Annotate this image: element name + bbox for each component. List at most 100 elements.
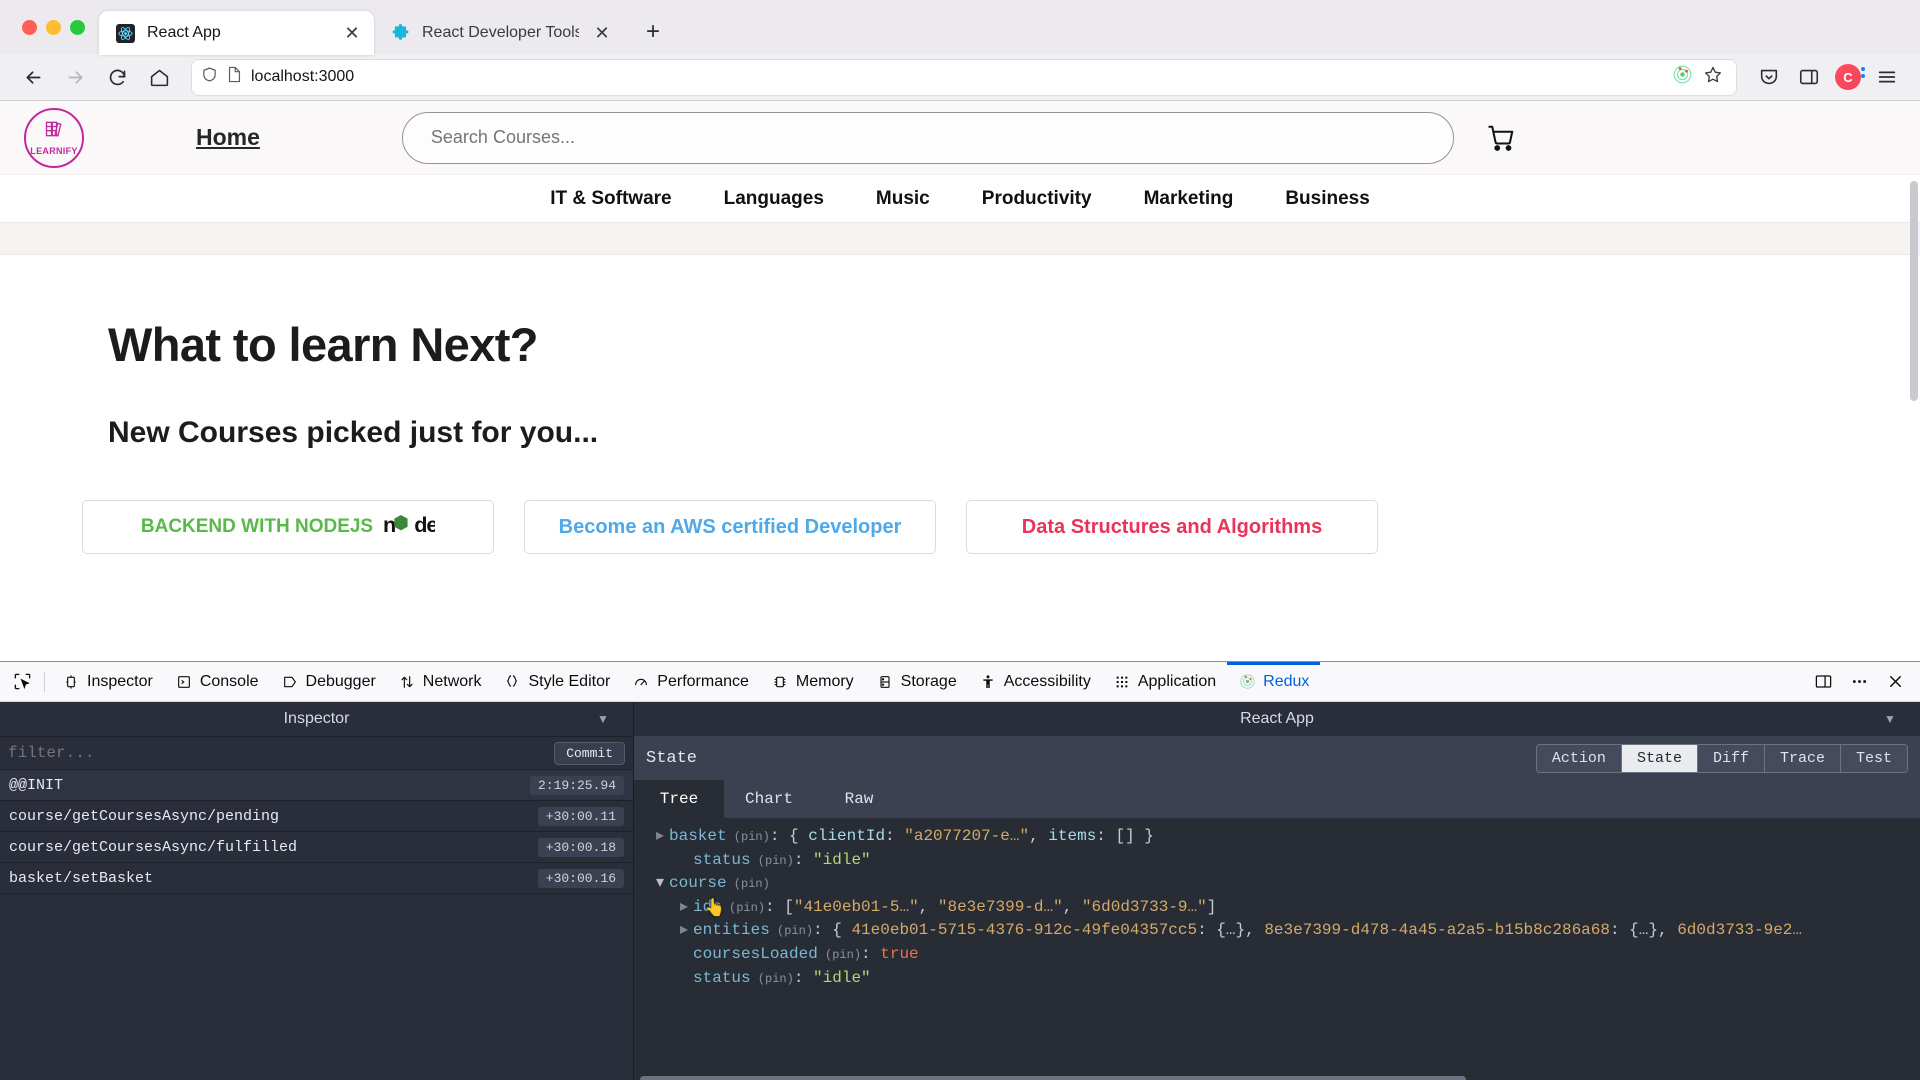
close-devtools-icon[interactable] (1880, 667, 1910, 697)
chevron-down-icon[interactable]: ▼ (573, 712, 633, 726)
category-link-music[interactable]: Music (876, 188, 930, 210)
react-devtools-icon[interactable] (1672, 64, 1693, 90)
category-link-productivity[interactable]: Productivity (982, 188, 1092, 210)
state-tree-row[interactable]: coursesLoaded (pin): true (644, 943, 1920, 967)
pin-label[interactable]: (pin) (818, 948, 861, 962)
pin-label[interactable]: (pin) (722, 901, 765, 915)
pin-label[interactable]: (pin) (751, 854, 794, 868)
window-minimize-button[interactable] (46, 19, 61, 35)
page-icon[interactable] (227, 66, 242, 88)
browser-tab-react-app[interactable]: React App ✕ (99, 11, 374, 55)
close-icon[interactable]: ✕ (590, 21, 614, 45)
devtools-tab-inspector[interactable]: Inspector (51, 662, 164, 702)
devtools-tab-storage[interactable]: Storage (865, 662, 968, 702)
bookmark-star-icon[interactable] (1703, 65, 1723, 90)
devtools-tab-console[interactable]: Console (164, 662, 270, 702)
devtools-tab-style-editor[interactable]: Style Editor (492, 662, 621, 702)
state-tree-row[interactable]: ▸ ids (pin): ["41e0eb01-5…", "8e3e7399-d…… (644, 896, 1920, 920)
category-link-marketing[interactable]: Marketing (1144, 188, 1234, 210)
chevron-right-icon[interactable]: ▸ (680, 919, 693, 942)
profile-icon[interactable]: C (1835, 64, 1865, 90)
element-picker-icon[interactable] (6, 666, 38, 698)
window-close-button[interactable] (22, 19, 37, 35)
course-card-title: BACKEND WITH NODEJS (140, 516, 374, 537)
devtools-tab-network[interactable]: Network (387, 662, 493, 702)
learnify-logo[interactable]: LEARNIFY (24, 107, 84, 168)
dock-layout-icon[interactable] (1808, 667, 1838, 697)
action-list-item[interactable]: course/getCoursesAsync/pending +30:00.11 (0, 801, 633, 832)
action-list-item[interactable]: course/getCoursesAsync/fulfilled +30:00.… (0, 832, 633, 863)
new-tab-button[interactable]: + (636, 15, 670, 49)
cart-icon[interactable] (1482, 119, 1520, 157)
state-value-token: 6d0d3733-9e2… (1677, 921, 1803, 940)
action-timestamp: +30:00.18 (537, 837, 624, 857)
action-list-item[interactable]: basket/setBasket +30:00.16 (0, 863, 633, 894)
course-card[interactable]: Data Structures and Algorithms (966, 500, 1378, 554)
url-bar[interactable]: localhost:3000 (192, 59, 1736, 95)
devtools-tab-performance[interactable]: Performance (621, 662, 760, 702)
pin-label[interactable]: (pin) (727, 830, 770, 844)
devtools-tab-debugger[interactable]: Debugger (270, 662, 387, 702)
subtab-raw[interactable]: Raw (814, 780, 904, 818)
category-link-languages[interactable]: Languages (724, 188, 824, 210)
window-maximize-button[interactable] (70, 19, 85, 35)
segment-state[interactable]: State (1621, 744, 1698, 772)
tab-title: React Developer Tools – Get thi (422, 24, 579, 41)
state-value-token: : { (813, 921, 852, 940)
segment-diff[interactable]: Diff (1697, 744, 1765, 772)
state-tree-row[interactable]: status (pin): "idle" (644, 849, 1920, 873)
chevron-right-icon[interactable]: ▸ (656, 825, 669, 848)
tab-label: Network (422, 672, 482, 690)
segment-trace[interactable]: Trace (1764, 744, 1841, 772)
inspector-title: Inspector (283, 710, 350, 727)
action-timestamp: +30:00.11 (537, 806, 624, 826)
hero-banner-strip (0, 223, 1920, 255)
pin-label[interactable]: (pin) (751, 972, 794, 986)
close-icon[interactable]: ✕ (340, 21, 364, 45)
devtools-tab-redux[interactable]: Redux (1227, 662, 1320, 702)
category-link-it-software[interactable]: IT & Software (550, 188, 671, 210)
scrollbar-thumb[interactable] (640, 1076, 1466, 1080)
chevron-right-icon[interactable]: ▸ (680, 896, 693, 919)
state-tree-row[interactable]: status (pin): "idle" (644, 967, 1920, 991)
category-link-business[interactable]: Business (1285, 188, 1369, 210)
toolbar-divider (44, 671, 45, 692)
sidebar-icon[interactable] (1790, 60, 1828, 95)
browser-tab-react-devtools[interactable]: React Developer Tools – Get thi ✕ (374, 11, 624, 55)
segment-action[interactable]: Action (1536, 744, 1622, 772)
chevron-down-icon[interactable]: ▾ (656, 872, 669, 895)
devtools-tab-application[interactable]: Application (1102, 662, 1227, 702)
pocket-icon[interactable] (1750, 60, 1788, 95)
segment-test[interactable]: Test (1840, 744, 1907, 772)
forward-icon[interactable] (56, 60, 94, 95)
home-icon[interactable] (140, 60, 178, 95)
search-input[interactable] (430, 127, 1425, 148)
pin-label[interactable]: (pin) (727, 877, 770, 891)
course-card[interactable]: Become an AWS certified Developer (524, 500, 936, 554)
course-card[interactable]: BACKEND WITH NODEJS nde (82, 500, 494, 554)
reload-icon[interactable] (98, 60, 136, 95)
state-subtabs: Tree Chart Raw (634, 780, 1920, 818)
commit-button[interactable]: Commit (554, 741, 625, 765)
filter-input[interactable] (8, 744, 555, 762)
state-key: status (693, 968, 751, 987)
subtab-tree[interactable]: Tree (634, 780, 724, 818)
chevron-down-icon[interactable]: ▼ (1860, 712, 1920, 726)
devtools-tab-accessibility[interactable]: Accessibility (968, 662, 1102, 702)
back-icon[interactable] (14, 60, 52, 95)
state-tree-horizontal-scrollbar[interactable] (634, 1074, 1920, 1080)
pin-label[interactable]: (pin) (770, 924, 813, 938)
state-value-token: , (918, 897, 938, 916)
nav-link-home[interactable]: Home (196, 124, 260, 151)
search-courses-box[interactable] (401, 111, 1454, 164)
page-scrollbar[interactable] (1910, 181, 1918, 401)
state-tree-row[interactable]: ▸ entities (pin): { 41e0eb01-5715-4376-91… (644, 919, 1920, 943)
shield-icon[interactable] (201, 66, 218, 88)
subtab-chart[interactable]: Chart (724, 780, 814, 818)
menu-icon[interactable] (1868, 60, 1906, 95)
state-tree-row[interactable]: ▾ course (pin) (644, 872, 1920, 896)
action-list-item[interactable]: @@INIT 2:19:25.94 (0, 770, 633, 801)
state-tree-row[interactable]: ▸ basket (pin): { clientId: "a2077207-e…"… (644, 825, 1920, 849)
devtools-tab-memory[interactable]: Memory (760, 662, 865, 702)
more-options-icon[interactable] (1844, 667, 1874, 697)
